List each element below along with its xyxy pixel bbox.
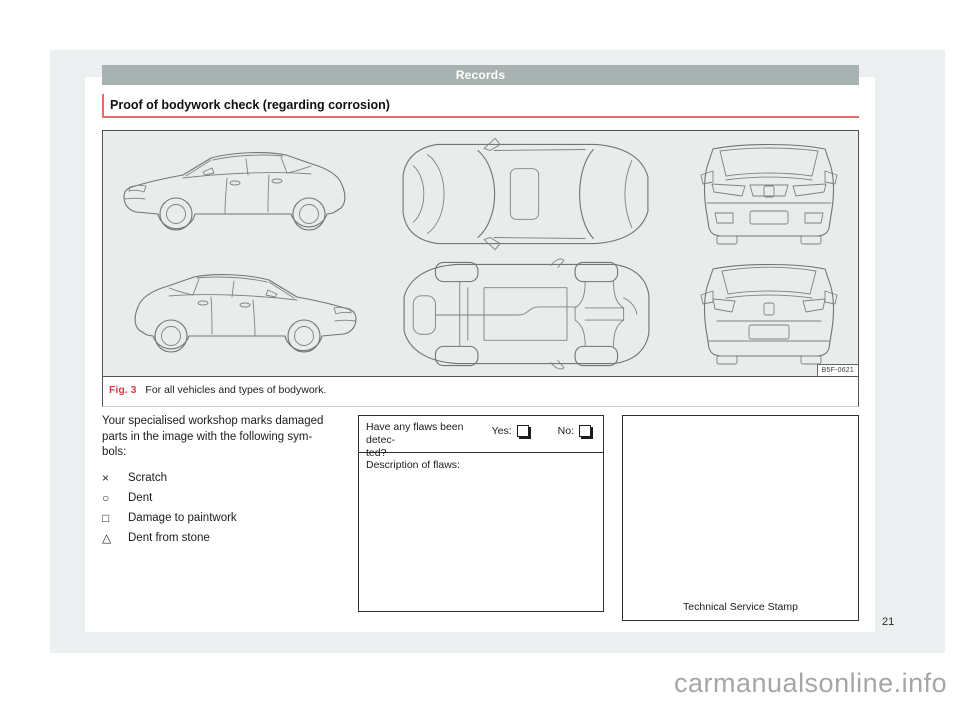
flaws-form-header: Have any flaws been detec- ted? Yes: No: <box>359 416 603 453</box>
symbol-row: ○ Dent <box>102 488 354 508</box>
intro-paragraph: Your specialised workshop marks damaged … <box>102 414 354 461</box>
records-header: Records <box>102 65 859 85</box>
symbol-row: × Scratch <box>102 468 354 488</box>
symbol-row: □ Damage to paintwork <box>102 508 354 528</box>
stamp-label: Technical Service Stamp <box>623 601 858 613</box>
symbol-row: △ Dent from stone <box>102 528 354 548</box>
no-checkbox <box>579 425 591 437</box>
car-rear-view-drawing <box>693 259 845 365</box>
flaws-question: Have any flaws been detec- ted? <box>366 421 484 460</box>
no-label: No: <box>558 425 574 437</box>
figure-label: Fig. 3 <box>109 384 136 396</box>
intro-line: Your specialised workshop marks damaged <box>102 414 354 430</box>
dent-icon: ○ <box>102 491 128 505</box>
figure-image: B5F-0621 <box>103 131 858 377</box>
flaws-form-box: Have any flaws been detec- ted? Yes: No:… <box>358 415 604 612</box>
section-title-rule <box>102 116 859 118</box>
car-front-view-drawing <box>693 139 845 245</box>
figure-code-badge: B5F-0621 <box>817 364 858 376</box>
car-top-view-drawing <box>397 137 655 251</box>
scratch-icon: × <box>102 471 128 485</box>
page-number: 21 <box>882 616 894 628</box>
figure-frame: B5F-0621 Fig. 3 For all vehicles and typ… <box>102 130 859 407</box>
figure-caption-text: For all vehicles and types of bodywork. <box>145 384 326 396</box>
no-option: No: <box>558 425 593 437</box>
symbol-label: Dent <box>128 492 152 504</box>
intro-line: bols: <box>102 445 354 461</box>
stone-dent-icon: △ <box>102 531 128 545</box>
symbol-label: Dent from stone <box>128 532 210 544</box>
watermark: carmanualsonline.info <box>674 668 947 699</box>
yes-label: Yes: <box>492 425 512 437</box>
symbol-label: Damage to paintwork <box>128 512 237 524</box>
section-title: Proof of bodywork check (regarding corro… <box>102 94 859 116</box>
flaws-question-line: ted? <box>366 447 484 460</box>
car-underside-view-drawing <box>397 257 655 371</box>
symbol-label: Scratch <box>128 472 167 484</box>
car-side-view-right-drawing <box>115 263 365 363</box>
paintwork-damage-icon: □ <box>102 511 128 525</box>
yes-checkbox <box>517 425 529 437</box>
stamp-box: Technical Service Stamp <box>622 415 859 621</box>
car-side-view-drawing <box>115 141 365 241</box>
yes-option: Yes: <box>492 425 531 437</box>
figure-caption: Fig. 3 For all vehicles and types of bod… <box>103 377 858 403</box>
intro-line: parts in the image with the following sy… <box>102 430 354 446</box>
flaws-question-line: Have any flaws been detec- <box>366 421 484 447</box>
symbols-list: × Scratch ○ Dent □ Damage to paintwork △… <box>102 468 354 548</box>
yes-no-options: Yes: No: <box>492 425 593 437</box>
